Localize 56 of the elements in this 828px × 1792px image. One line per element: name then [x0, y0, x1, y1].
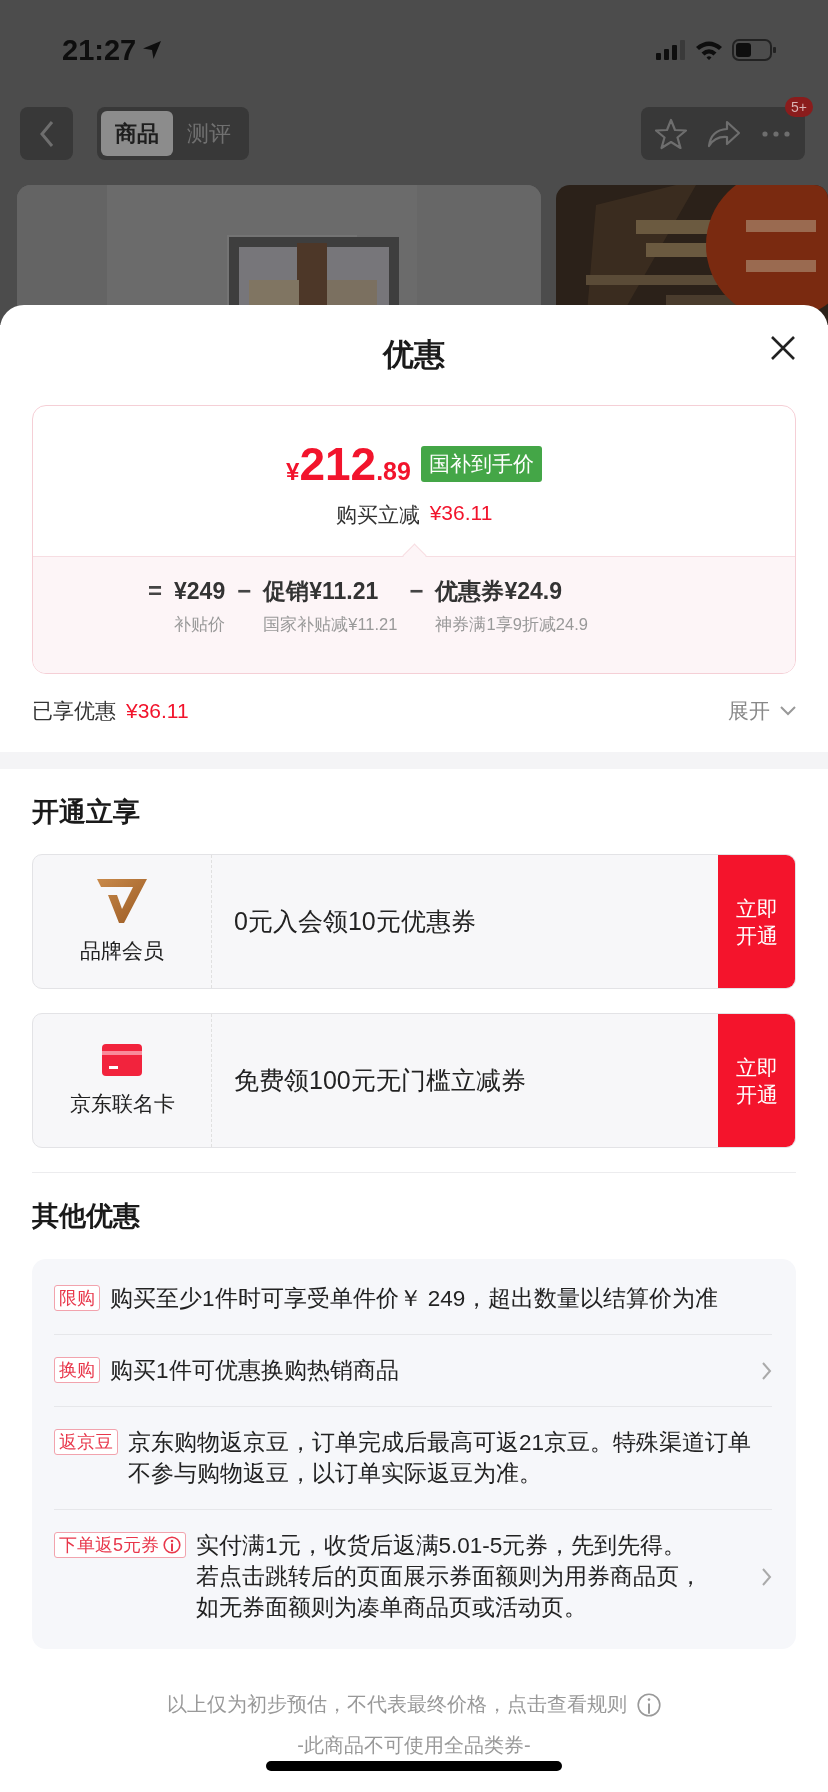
breakdown-amount: ¥249	[174, 577, 226, 606]
location-arrow-icon	[142, 40, 163, 60]
section-title: 开通立享	[32, 795, 141, 829]
info-icon	[163, 1536, 181, 1554]
offer-tag: 限购	[54, 1285, 100, 1311]
breakdown-amount: 优惠券¥24.9	[435, 577, 564, 606]
offer-tag: 换购	[54, 1357, 100, 1383]
star-icon[interactable]	[655, 117, 687, 150]
wifi-icon	[695, 40, 723, 60]
breakdown-amount: 促销¥11.21	[263, 577, 380, 606]
chevron-right-icon[interactable]	[762, 1567, 772, 1586]
offer-tag: 返京豆	[54, 1429, 118, 1455]
v-logo-icon	[97, 878, 147, 923]
info-icon	[637, 1692, 661, 1717]
offer-text: 实付满1元，收货后返满5.01-5元券，先到先得。若点击跳转后的页面展示券面额则为用券商品页，如无券面额则为凑单商品页或活动页。	[196, 1532, 703, 1622]
tab[interactable]: 测评	[173, 111, 245, 156]
offer-text: 购买1件可优惠换购热销商品	[110, 1357, 400, 1385]
offer-text: 京东购物返京豆，订单完成后最高可返21京豆。特殊渠道订单不参与购物返豆，以订单实际返豆为准。	[128, 1429, 753, 1488]
signal-icon	[656, 40, 686, 60]
more-icon[interactable]	[761, 129, 791, 138]
bank-card-icon	[102, 1043, 142, 1076]
activate-button[interactable]: 立即开通	[718, 1014, 795, 1147]
close-icon[interactable]	[770, 335, 796, 361]
expand-toggle[interactable]: 展开	[728, 697, 796, 725]
coupon-notice: -此商品不可使用全品类券-	[297, 1733, 531, 1758]
tab[interactable]: 商品	[101, 111, 173, 156]
breakdown-note: 国家补贴减¥11.21	[263, 614, 398, 635]
offer-text: 购买至少1件时可享受单件价￥ 249，超出数量以结算价为准	[110, 1285, 720, 1313]
rules-link[interactable]: 以上仅为初步预估，不代表最终价格，点击查看规则	[167, 1691, 661, 1718]
operator-sign: −	[409, 576, 424, 606]
price-value: ¥212.89	[286, 437, 411, 491]
member-type: 京东联名卡	[69, 1090, 175, 1117]
share-icon[interactable]	[707, 119, 741, 148]
operator-sign: −	[237, 576, 252, 606]
member-type: 品牌会员	[80, 937, 164, 964]
battery-icon	[732, 39, 776, 61]
savings-label: 已享优惠	[32, 698, 116, 724]
back-button[interactable]	[20, 107, 73, 160]
sheet-title: 优惠	[383, 336, 445, 374]
offer-text: 免费领100元无门槛立减券	[233, 1065, 527, 1096]
savings-value: ¥36.11	[126, 699, 189, 723]
clock-time: 21:27	[62, 33, 137, 67]
breakdown-note: 补贴价	[174, 614, 226, 635]
breakdown-note: 神券满1享9折减24.9	[435, 614, 588, 635]
section-title: 其他优惠	[32, 1200, 141, 1233]
offer-text: 0元入会领10元优惠券	[233, 906, 477, 937]
chevron-right-icon[interactable]	[762, 1361, 772, 1380]
notification-badge: 5+	[785, 97, 813, 117]
chevron-down-icon	[780, 706, 796, 716]
back-icon	[38, 119, 55, 148]
operator-sign: =	[148, 576, 162, 606]
offer-tag: 下单返5元券	[54, 1532, 186, 1558]
saving-label: 购买立减	[335, 502, 420, 528]
price-tag: 国补到手价	[420, 446, 542, 482]
saving-value: ¥36.11	[429, 501, 493, 526]
activate-button[interactable]: 立即开通	[718, 855, 795, 988]
